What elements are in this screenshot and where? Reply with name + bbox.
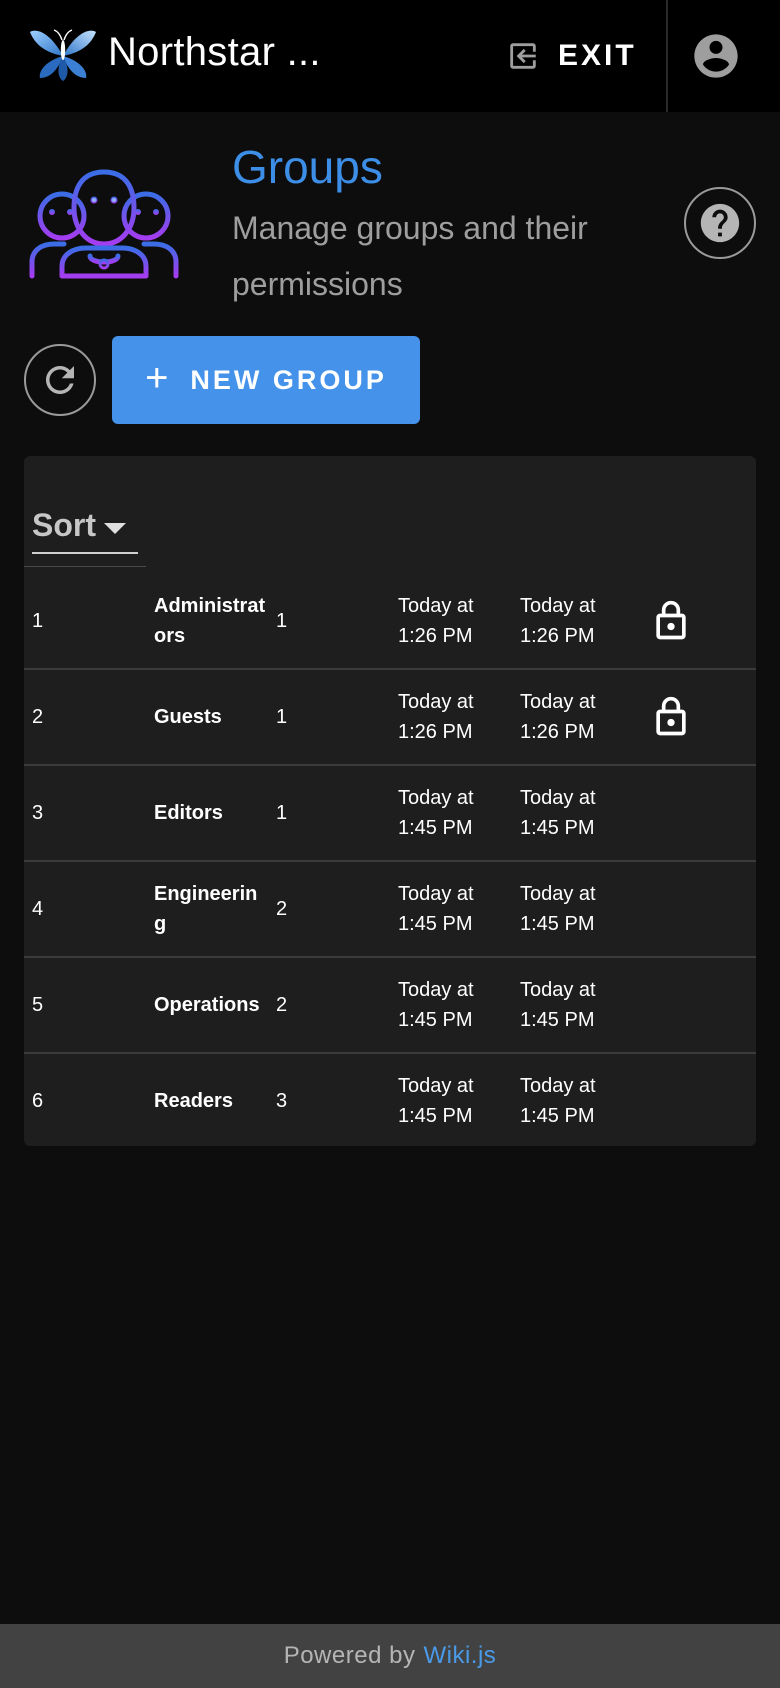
lock-cell (646, 670, 696, 764)
group-updated: Today at 1:45 PM (520, 883, 596, 935)
group-id: 6 (32, 1090, 44, 1112)
group-name: Editors (154, 802, 223, 824)
table-row[interactable]: 6 Readers 3 Today at 1:45 PM Today at 1:… (24, 1054, 756, 1146)
exit-label: EXIT (558, 39, 637, 72)
group-created: Today at 1:45 PM (398, 979, 474, 1031)
refresh-button[interactable] (24, 344, 96, 416)
three-users-icon (29, 169, 179, 279)
group-created: Today at 1:45 PM (398, 787, 474, 839)
group-updated: Today at 1:26 PM (520, 595, 596, 647)
group-updated: Today at 1:45 PM (520, 1075, 596, 1127)
table-row[interactable]: 1 Administrators 1 Today at 1:26 PM Toda… (24, 574, 756, 670)
group-user-count: 1 (276, 610, 288, 632)
lock-icon (656, 600, 686, 640)
app-bar-divider (666, 0, 668, 112)
group-id: 3 (32, 802, 44, 824)
new-group-label: NEW GROUP (190, 364, 387, 395)
group-updated: Today at 1:26 PM (520, 691, 596, 743)
help-button[interactable] (684, 187, 756, 259)
refresh-icon (46, 366, 74, 394)
table-row[interactable]: 4 Engineering 2 Today at 1:45 PM Today a… (24, 862, 756, 958)
group-updated: Today at 1:45 PM (520, 787, 596, 839)
table-row[interactable]: 5 Operations 2 Today at 1:45 PM Today at… (24, 958, 756, 1054)
lock-cell (646, 574, 696, 668)
exit-button[interactable]: EXIT (506, 26, 656, 86)
group-user-count: 1 (276, 706, 288, 728)
group-user-count: 1 (276, 802, 288, 824)
sort-label: Sort (32, 506, 96, 543)
table-body: 1 Administrators 1 Today at 1:26 PM Toda… (24, 574, 756, 1146)
lock-icon (656, 696, 686, 736)
group-id: 4 (32, 898, 44, 920)
group-name: Operations (154, 994, 260, 1016)
group-user-count: 2 (276, 898, 288, 920)
group-created: Today at 1:45 PM (398, 1075, 474, 1127)
table-header-divider (24, 566, 146, 567)
group-name: Guests (154, 706, 222, 728)
group-name: Engineering (154, 883, 258, 935)
group-name: Readers (154, 1090, 233, 1112)
footer-prefix: Powered by (283, 1642, 416, 1669)
app-bar: Northstar ... EXIT (0, 0, 780, 112)
table-row[interactable]: 3 Editors 1 Today at 1:45 PM Today at 1:… (24, 766, 756, 862)
app-title[interactable]: Northstar ... (108, 30, 321, 75)
new-group-button[interactable]: + NEW GROUP (112, 336, 420, 424)
group-name: Administrators (154, 595, 266, 647)
group-id: 5 (32, 994, 44, 1016)
groups-table: Sort 1 Administrators 1 Today at 1:26 PM… (24, 456, 756, 1146)
group-id: 2 (32, 706, 44, 728)
table-row[interactable]: 2 Guests 1 Today at 1:26 PM Today at 1:2… (24, 670, 756, 766)
page-subtitle: Manage groups and their permissions (232, 210, 588, 302)
account-circle-icon[interactable] (690, 30, 742, 82)
help-circle-icon (700, 203, 740, 243)
group-user-count: 3 (276, 1090, 288, 1112)
login-variant-icon (510, 43, 536, 69)
group-created: Today at 1:26 PM (398, 691, 474, 743)
group-updated: Today at 1:45 PM (520, 979, 596, 1031)
chevron-down-icon (104, 522, 126, 534)
page-title: Groups (232, 141, 383, 193)
sort-select[interactable]: Sort (32, 498, 138, 554)
group-created: Today at 1:45 PM (398, 883, 474, 935)
wikijs-logo-icon[interactable] (28, 26, 98, 82)
group-created: Today at 1:26 PM (398, 595, 474, 647)
plus-icon: + (145, 356, 169, 400)
footer-wikijs-link[interactable]: Wiki.js (423, 1642, 496, 1670)
footer: Powered by Wiki.js (0, 1624, 780, 1688)
group-id: 1 (32, 610, 44, 632)
group-user-count: 2 (276, 994, 288, 1016)
